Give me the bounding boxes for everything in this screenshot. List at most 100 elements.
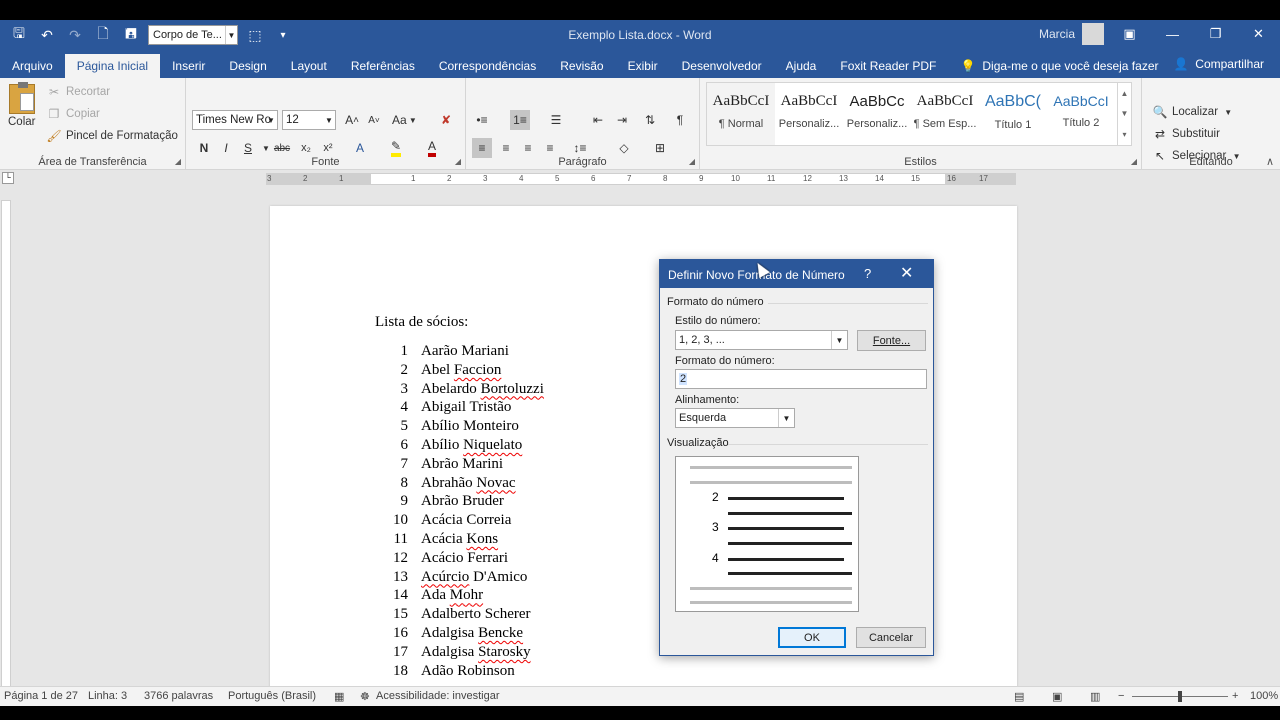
- font-button[interactable]: Fonte...: [857, 330, 926, 351]
- share-button[interactable]: 👤 Compartilhar: [1173, 56, 1264, 72]
- dialog-launcher-icon[interactable]: ◢: [175, 157, 181, 166]
- save-icon[interactable]: 🖫: [8, 24, 30, 46]
- subscript-button[interactable]: x₂: [296, 138, 316, 158]
- grow-font-button[interactable]: A ˄: [342, 110, 362, 130]
- zoom-in-icon[interactable]: +: [1232, 690, 1238, 702]
- clear-formatting-icon[interactable]: ✘: [436, 110, 456, 130]
- status-page[interactable]: Página 1 de 27: [4, 690, 78, 702]
- superscript-button[interactable]: x²: [318, 138, 338, 158]
- borders-icon[interactable]: ⊞: [650, 138, 670, 158]
- strikethrough-button[interactable]: abc: [272, 138, 292, 158]
- redo-icon[interactable]: ↷: [64, 24, 86, 46]
- shrink-font-button[interactable]: A ˅: [364, 110, 384, 130]
- tell-me-box[interactable]: 💡 Diga-me o que você deseja fazer: [948, 54, 1170, 78]
- align-left-icon[interactable]: ≡: [472, 138, 492, 158]
- minimize-icon[interactable]: —: [1151, 20, 1194, 48]
- tab-arquivo[interactable]: Arquivo: [0, 54, 65, 78]
- tab-pagina-inicial[interactable]: Página Inicial: [64, 54, 161, 78]
- collapse-ribbon-icon[interactable]: ∧: [1266, 155, 1274, 168]
- macro-record-icon[interactable]: ▦: [334, 690, 344, 703]
- alignment-select[interactable]: Esquerda ▼: [675, 408, 795, 428]
- status-language[interactable]: Português (Brasil): [228, 690, 316, 702]
- style-personalizado-1[interactable]: AaBbCcI Personaliz...: [775, 83, 843, 145]
- quick-style-combo[interactable]: Corpo de Te... ▼: [148, 25, 238, 45]
- ok-button[interactable]: OK: [778, 627, 846, 648]
- bold-button[interactable]: N: [194, 138, 214, 158]
- align-center-icon[interactable]: ≡: [496, 138, 516, 158]
- bullets-icon[interactable]: •≡: [472, 110, 492, 130]
- cut-button[interactable]: ✂ Recortar: [46, 84, 110, 100]
- dialog-launcher-icon[interactable]: ◢: [1131, 157, 1137, 166]
- copy-button[interactable]: ❐ Copiar: [46, 106, 100, 122]
- undo-icon[interactable]: ↶: [36, 24, 58, 46]
- font-size-combo[interactable]: 12 ▼: [282, 110, 336, 130]
- dialog-launcher-icon[interactable]: ◢: [455, 157, 461, 166]
- cancel-button[interactable]: Cancelar: [856, 627, 926, 648]
- tab-selector-icon[interactable]: └: [2, 172, 14, 184]
- user-avatar[interactable]: [1082, 23, 1104, 45]
- justify-icon[interactable]: ≡: [540, 138, 560, 158]
- style-personalizado-2[interactable]: AaBbCc Personaliz...: [843, 83, 911, 145]
- zoom-out-icon[interactable]: −: [1118, 690, 1124, 702]
- zoom-level[interactable]: 100%: [1250, 690, 1278, 702]
- close-icon[interactable]: ✕: [1237, 20, 1280, 48]
- style-normal[interactable]: AaBbCcI ¶ Normal: [707, 83, 775, 145]
- styles-scroller[interactable]: ▲ ▼ ▾: [1117, 83, 1131, 145]
- style-titulo-2[interactable]: AaBbCcI Título 2: [1047, 83, 1115, 145]
- tab-correspondencias[interactable]: Correspondências: [427, 54, 548, 78]
- print-layout-icon[interactable]: ▣: [1052, 690, 1062, 703]
- tab-foxit[interactable]: Foxit Reader PDF: [828, 54, 948, 78]
- format-painter-button[interactable]: 🖌 Pincel de Formatação: [46, 128, 178, 144]
- tab-desenvolvedor[interactable]: Desenvolvedor: [670, 54, 774, 78]
- ribbon-display-icon[interactable]: ▣: [1108, 20, 1151, 48]
- tab-exibir[interactable]: Exibir: [616, 54, 670, 78]
- tab-design[interactable]: Design: [217, 54, 278, 78]
- user-name[interactable]: Marcia: [1039, 27, 1075, 41]
- font-name-combo[interactable]: Times New Ro ▼: [192, 110, 278, 130]
- tab-layout[interactable]: Layout: [279, 54, 339, 78]
- increase-indent-icon[interactable]: ⇥: [612, 110, 632, 130]
- new-document-icon[interactable]: 🗋: [92, 24, 114, 46]
- touch-mode-icon[interactable]: ⬚: [244, 24, 266, 46]
- dialog-title-bar[interactable]: Definir Novo Formato de Número ? ✕: [660, 260, 933, 288]
- web-layout-icon[interactable]: ▥: [1090, 690, 1100, 703]
- vertical-ruler[interactable]: [1, 200, 11, 700]
- close-icon[interactable]: ✕: [900, 263, 913, 283]
- number-format-input[interactable]: 2: [675, 369, 927, 389]
- tab-revisao[interactable]: Revisão: [548, 54, 615, 78]
- status-words[interactable]: 3766 palavras: [144, 690, 213, 702]
- italic-button[interactable]: I: [216, 138, 236, 158]
- underline-button[interactable]: S: [238, 138, 258, 158]
- more-styles-icon[interactable]: ▾: [1122, 130, 1126, 139]
- multilevel-list-icon[interactable]: ☰: [546, 110, 566, 130]
- shading-icon[interactable]: ◇: [614, 138, 634, 158]
- restore-icon[interactable]: ❐: [1194, 20, 1237, 48]
- font-color-icon[interactable]: A: [422, 138, 442, 158]
- replace-button[interactable]: ⇄ Substituir: [1152, 126, 1220, 142]
- chevron-up-icon[interactable]: ▲: [1121, 89, 1129, 98]
- zoom-slider-thumb[interactable]: [1178, 691, 1182, 702]
- change-case-button[interactable]: Aa ▼: [392, 110, 417, 130]
- line-spacing-icon[interactable]: ↕≡: [570, 138, 590, 158]
- tab-inserir[interactable]: Inserir: [160, 54, 217, 78]
- number-style-select[interactable]: 1, 2, 3, ... ▼: [675, 330, 848, 350]
- customize-toolbar-icon[interactable]: ▾: [272, 24, 294, 46]
- text-effects-icon[interactable]: A: [350, 138, 370, 158]
- status-accessibility[interactable]: Acessibilidade: investigar: [376, 690, 500, 702]
- align-right-icon[interactable]: ≡: [518, 138, 538, 158]
- tab-ajuda[interactable]: Ajuda: [774, 54, 829, 78]
- sort-icon[interactable]: ⇅: [640, 110, 660, 130]
- highlight-icon[interactable]: ✎: [386, 138, 406, 158]
- decrease-indent-icon[interactable]: ⇤: [588, 110, 608, 130]
- save-as-icon[interactable]: 🖪: [120, 24, 142, 46]
- dialog-launcher-icon[interactable]: ◢: [689, 157, 695, 166]
- style-sem-espacamento[interactable]: AaBbCcI ¶ Sem Esp...: [911, 83, 979, 145]
- help-icon[interactable]: ?: [864, 266, 871, 281]
- horizontal-ruler[interactable]: 3 2 1 1 2 3 4 5 6 7 8 9 10 11 12 13 14 1…: [266, 173, 1016, 185]
- tab-referencias[interactable]: Referências: [339, 54, 427, 78]
- status-line[interactable]: Linha: 3: [88, 690, 127, 702]
- show-marks-icon[interactable]: ¶: [670, 110, 690, 130]
- paste-button[interactable]: Colar: [8, 82, 35, 128]
- chevron-down-icon[interactable]: ▼: [1121, 109, 1129, 118]
- read-mode-icon[interactable]: ▤: [1014, 690, 1024, 703]
